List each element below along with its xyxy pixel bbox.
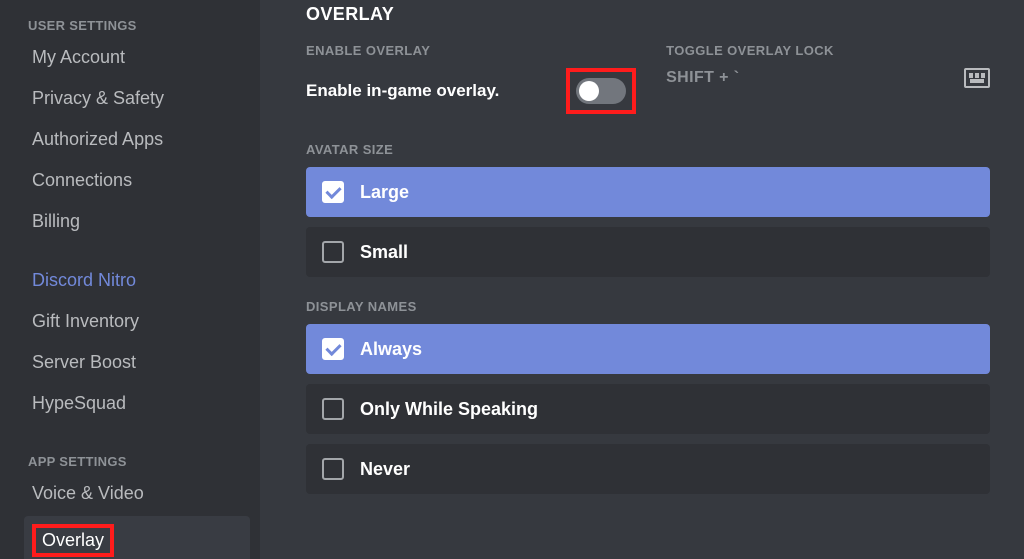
enable-overlay-header: ENABLE OVERLAY <box>306 43 646 58</box>
option-label: Large <box>360 182 409 203</box>
sidebar-item-my-account[interactable]: My Account <box>24 39 250 76</box>
checkbox-icon <box>322 458 344 480</box>
sidebar-item-voice-video[interactable]: Voice & Video <box>24 475 250 512</box>
enable-overlay-toggle-highlight <box>566 68 636 114</box>
avatar-size-option-large[interactable]: Large <box>306 167 990 217</box>
toggle-knob <box>579 81 599 101</box>
page-title: OVERLAY <box>306 4 990 25</box>
enable-overlay-toggle[interactable] <box>576 78 626 104</box>
sidebar-header-app-settings: APP SETTINGS <box>28 454 250 469</box>
display-names-group: DISPLAY NAMES Always Only While Speaking… <box>306 299 990 494</box>
sidebar-item-hypesquad[interactable]: HypeSquad <box>24 385 250 422</box>
toggle-overlay-lock-header: TOGGLE OVERLAY LOCK <box>666 43 990 58</box>
checkbox-icon <box>322 241 344 263</box>
sidebar-item-privacy-safety[interactable]: Privacy & Safety <box>24 80 250 117</box>
enable-overlay-label: Enable in-game overlay. <box>306 81 499 101</box>
sidebar-item-billing[interactable]: Billing <box>24 203 250 240</box>
display-names-header: DISPLAY NAMES <box>306 299 990 314</box>
sidebar-item-overlay[interactable]: Overlay <box>24 516 250 559</box>
display-names-option-only-while-speaking[interactable]: Only While Speaking <box>306 384 990 434</box>
option-label: Small <box>360 242 408 263</box>
sidebar-header-user-settings: USER SETTINGS <box>28 18 250 33</box>
avatar-size-group: AVATAR SIZE Large Small <box>306 142 990 277</box>
checkbox-icon <box>322 398 344 420</box>
settings-sidebar: USER SETTINGS My Account Privacy & Safet… <box>0 0 260 559</box>
sidebar-item-server-boost[interactable]: Server Boost <box>24 344 250 381</box>
sidebar-item-gift-inventory[interactable]: Gift Inventory <box>24 303 250 340</box>
toggle-overlay-lock-keybind[interactable]: SHIFT + ` <box>666 69 739 87</box>
sidebar-item-overlay-highlight: Overlay <box>32 524 114 557</box>
option-label: Always <box>360 339 422 360</box>
settings-content: OVERLAY ENABLE OVERLAY Enable in-game ov… <box>260 0 1024 559</box>
keyboard-icon[interactable] <box>964 68 990 88</box>
display-names-option-never[interactable]: Never <box>306 444 990 494</box>
avatar-size-header: AVATAR SIZE <box>306 142 990 157</box>
checkbox-icon <box>322 338 344 360</box>
sidebar-item-authorized-apps[interactable]: Authorized Apps <box>24 121 250 158</box>
sidebar-item-connections[interactable]: Connections <box>24 162 250 199</box>
avatar-size-option-small[interactable]: Small <box>306 227 990 277</box>
display-names-option-always[interactable]: Always <box>306 324 990 374</box>
option-label: Never <box>360 459 410 480</box>
option-label: Only While Speaking <box>360 399 538 420</box>
sidebar-item-discord-nitro[interactable]: Discord Nitro <box>24 262 250 299</box>
checkbox-icon <box>322 181 344 203</box>
